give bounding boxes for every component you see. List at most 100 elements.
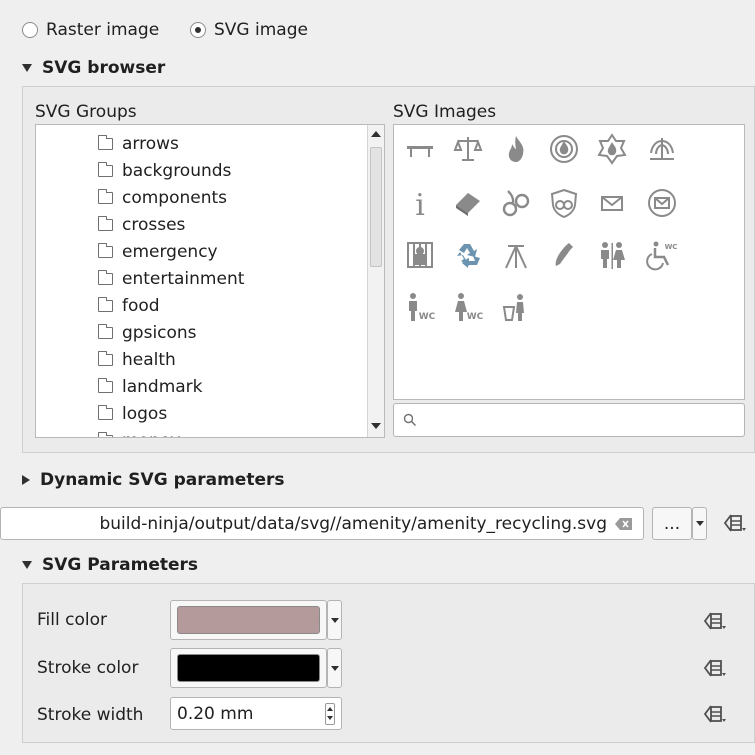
svg-image-radio[interactable]: SVG image [190, 20, 308, 40]
stroke-color-button[interactable] [170, 648, 327, 688]
clear-text-icon[interactable] [615, 517, 633, 531]
prison-icon[interactable] [402, 237, 438, 273]
group-item[interactable]: backgrounds [98, 157, 231, 184]
scales-icon[interactable] [450, 131, 486, 167]
svg-image-label: SVG image [214, 20, 308, 40]
svg-images-label: SVG Images [393, 102, 497, 122]
toilets-icon[interactable] [594, 237, 630, 273]
police-badge-icon[interactable] [546, 185, 582, 221]
spin-up-icon[interactable] [327, 707, 333, 711]
raster-radio-indicator[interactable] [22, 22, 38, 38]
stroke-width-value: 0.20 mm [177, 704, 254, 724]
browse-button-label: ... [663, 513, 681, 534]
scroll-down-icon[interactable] [371, 423, 381, 429]
raster-image-radio[interactable]: Raster image [22, 20, 159, 40]
folder-icon [98, 242, 113, 258]
recycling-icon[interactable] [450, 237, 486, 273]
group-item[interactable]: emergency [98, 238, 218, 265]
stroke-color-swatch [177, 654, 320, 682]
stroke-width-label: Stroke width [37, 705, 144, 725]
fountain-icon[interactable] [644, 131, 680, 167]
group-item[interactable]: food [98, 292, 160, 319]
bench-icon[interactable] [402, 131, 438, 167]
svg-browser-header[interactable]: SVG browser [22, 58, 165, 78]
folder-icon [98, 215, 113, 231]
svg-images-grid[interactable]: i WC WC WC [393, 124, 745, 400]
group-item[interactable]: arrows [98, 130, 179, 157]
group-item[interactable]: landmark [98, 373, 203, 400]
dynamic-params-header[interactable]: Dynamic SVG parameters [22, 470, 284, 490]
wheelchair-wc-icon[interactable]: WC [644, 237, 680, 273]
fire-badge-crossed-icon[interactable] [594, 131, 630, 167]
spin-buttons[interactable] [325, 703, 335, 725]
chevron-down-icon [695, 521, 704, 526]
svg-path-input[interactable]: build-ninja/output/data/svg//amenity/ame… [0, 507, 644, 540]
svg-groups-tree[interactable]: arrows backgrounds components crosses em… [35, 124, 385, 438]
data-defined-override-icon[interactable] [723, 513, 747, 533]
scroll-up-icon[interactable] [371, 131, 381, 137]
stroke-width-spinbox[interactable]: 0.20 mm [170, 697, 342, 730]
eraser-icon[interactable] [450, 185, 486, 221]
wc-men-icon[interactable]: WC [402, 289, 438, 325]
svg-text:WC: WC [665, 243, 678, 251]
fill-color-swatch [177, 606, 320, 634]
folder-icon [98, 377, 113, 393]
svg-parameters-title: SVG Parameters [42, 555, 199, 575]
group-item[interactable]: gpsicons [98, 319, 197, 346]
data-defined-override-icon[interactable] [703, 658, 727, 678]
svg-text:WC: WC [467, 312, 484, 322]
data-defined-override-icon[interactable] [703, 704, 727, 724]
svg-search-input[interactable] [393, 403, 745, 437]
dynamic-params-title: Dynamic SVG parameters [40, 470, 285, 490]
group-item[interactable]: entertainment [98, 265, 244, 292]
fill-color-menu-button[interactable] [327, 600, 342, 640]
fire-badge-icon[interactable] [546, 131, 582, 167]
folder-icon [98, 134, 113, 150]
svg-path-value: build-ninja/output/data/svg//amenity/ame… [99, 514, 607, 534]
svg-browser-title: SVG browser [42, 58, 166, 78]
chevron-down-icon [330, 665, 339, 671]
scroll-thumb[interactable] [370, 147, 382, 267]
svg-text:i: i [415, 188, 425, 219]
group-item[interactable]: crosses [98, 211, 185, 238]
collapse-arrow-icon [22, 64, 32, 72]
telephone-icon[interactable] [546, 237, 582, 273]
group-item[interactable]: components [98, 184, 227, 211]
collapse-arrow-icon [22, 561, 32, 569]
stroke-color-menu-button[interactable] [327, 648, 342, 688]
folder-icon [98, 188, 113, 204]
search-icon [403, 413, 417, 427]
group-item[interactable]: health [98, 346, 176, 373]
waste-basket-icon[interactable] [498, 289, 534, 325]
data-defined-override-icon[interactable] [703, 611, 727, 631]
survey-point-icon[interactable] [498, 237, 534, 273]
folder-icon [98, 161, 113, 177]
fill-color-label: Fill color [37, 610, 107, 630]
handcuffs-icon[interactable] [498, 185, 534, 221]
groups-scrollbar[interactable] [367, 125, 384, 437]
spin-down-icon[interactable] [327, 716, 333, 720]
folder-icon [98, 404, 113, 420]
wc-women-icon[interactable]: WC [450, 289, 486, 325]
browse-button[interactable]: ... [652, 507, 692, 540]
svg-text:WC: WC [419, 312, 436, 322]
mail-icon[interactable] [594, 185, 630, 221]
svg-groups-label: SVG Groups [35, 102, 137, 122]
stroke-color-label: Stroke color [37, 658, 139, 678]
folder-icon [98, 269, 113, 285]
info-icon[interactable]: i [402, 185, 438, 221]
group-item[interactable]: money [98, 427, 180, 437]
folder-icon [98, 350, 113, 366]
fire-icon[interactable] [498, 131, 534, 167]
fill-color-button[interactable] [170, 600, 327, 640]
group-item[interactable]: logos [98, 400, 167, 427]
raster-image-label: Raster image [46, 20, 160, 40]
mail-circle-icon[interactable] [644, 185, 680, 221]
folder-icon [98, 296, 113, 312]
svg-radio-indicator[interactable] [190, 22, 206, 38]
browse-menu-button[interactable] [692, 507, 707, 540]
folder-icon [98, 323, 113, 339]
folder-icon [98, 431, 113, 437]
svg-parameters-header[interactable]: SVG Parameters [22, 555, 198, 575]
chevron-down-icon [330, 617, 339, 623]
